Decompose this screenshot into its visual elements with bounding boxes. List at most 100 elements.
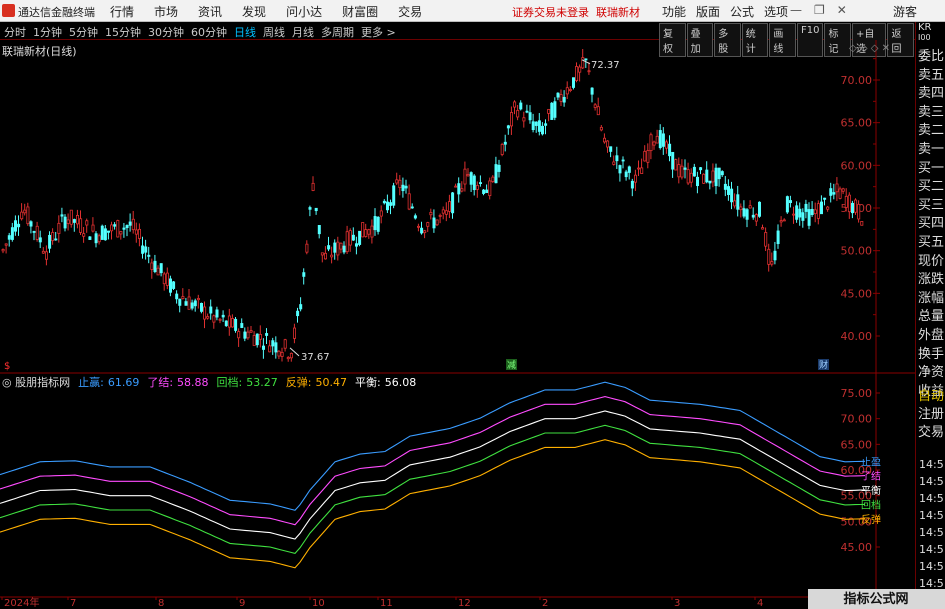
time-tick-label: 12	[458, 598, 471, 609]
candlestick	[630, 178, 634, 197]
pane-controls[interactable]: ◇ ◇ ◇ ✕	[849, 43, 890, 54]
candlestick	[103, 225, 107, 241]
candlestick	[488, 177, 492, 200]
candlestick	[761, 224, 765, 230]
candlestick	[758, 201, 762, 218]
candlestick	[339, 242, 343, 254]
candlestick	[764, 227, 768, 251]
period-tab-10[interactable]: 更多 >	[361, 24, 396, 40]
candlestick	[7, 232, 11, 247]
menu-market[interactable]: 市场	[154, 3, 178, 20]
side-field-12[interactable]: 涨跌	[918, 268, 944, 287]
candlestick	[286, 356, 290, 362]
close-icon[interactable]: ✕	[837, 3, 847, 17]
candlestick	[265, 328, 269, 345]
candlestick	[134, 222, 138, 243]
side-field-3[interactable]: 卖三	[918, 101, 944, 120]
side-field-9[interactable]: 买四	[918, 212, 944, 231]
ind-tick-label: 75.00	[841, 387, 873, 400]
candlestick	[327, 236, 331, 252]
side-tab-1[interactable]: 注册	[918, 403, 944, 422]
side-field-8[interactable]: 买三	[918, 194, 944, 213]
candlestick	[280, 347, 284, 362]
menu-formula[interactable]: 公式	[730, 3, 754, 20]
period-tab-3[interactable]: 15分钟	[105, 24, 141, 40]
side-field-13[interactable]: 涨幅	[918, 287, 944, 306]
legend-rebound: 反弹: 50.47	[285, 376, 347, 389]
legend-pullback: 回档: 53.27	[216, 376, 278, 389]
candlestick	[41, 247, 45, 254]
candlestick	[367, 228, 371, 239]
minimize-icon[interactable]: —	[790, 3, 802, 17]
candlestick	[333, 239, 337, 260]
guest-user[interactable]: 游客	[893, 3, 917, 20]
side-field-0[interactable]: 委比	[918, 45, 944, 64]
login-status[interactable]: 证券交易未登录 联瑞新材	[512, 4, 640, 20]
side-tab-0[interactable]: 自动	[918, 385, 944, 404]
candlestick	[429, 208, 433, 220]
side-field-7[interactable]: 买二	[918, 175, 944, 194]
candlestick	[113, 222, 117, 230]
candlestick	[798, 202, 802, 226]
candlestick	[652, 140, 656, 150]
period-tab-6[interactable]: 日线	[234, 24, 256, 40]
candlestick	[572, 77, 576, 90]
period-tab-2[interactable]: 5分钟	[69, 24, 98, 40]
candlestick	[79, 210, 83, 235]
candlestick	[475, 181, 479, 198]
menu-discover[interactable]: 发现	[242, 3, 266, 20]
candlestick	[29, 220, 33, 234]
candlestick	[209, 299, 213, 320]
period-tab-1[interactable]: 1分钟	[33, 24, 62, 40]
period-tab-4[interactable]: 30分钟	[148, 24, 184, 40]
kline-chart[interactable]: 70.0065.0060.0055.0050.0045.0040.0072.37…	[0, 40, 915, 609]
period-tab-9[interactable]: 多周期	[321, 24, 354, 40]
restore-icon[interactable]: ❐	[814, 3, 825, 17]
menu-wealth[interactable]: 财富圈	[342, 3, 378, 20]
period-tab-8[interactable]: 月线	[292, 24, 314, 40]
menu-ask[interactable]: 问小达	[286, 3, 322, 20]
candlestick	[54, 231, 58, 241]
candlestick	[562, 90, 566, 107]
line-end-label-4: 反弹	[861, 513, 881, 526]
menu-news[interactable]: 资讯	[198, 3, 222, 20]
side-field-11[interactable]: 现价	[918, 250, 944, 269]
candlestick	[277, 350, 281, 360]
side-field-2[interactable]: 卖四	[918, 82, 944, 101]
candlestick	[649, 132, 653, 160]
legend-stop-profit: 止赢: 61.69	[78, 376, 140, 389]
period-tab-5[interactable]: 60分钟	[191, 24, 227, 40]
candlestick	[823, 197, 827, 206]
stock-name-link[interactable]: 联瑞新材	[596, 6, 640, 19]
menu-quotes[interactable]: 行情	[110, 3, 134, 20]
indicator-name[interactable]: ◎ 股朋指标网	[2, 374, 74, 390]
side-field-6[interactable]: 买一	[918, 157, 944, 176]
period-tab-7[interactable]: 周线	[263, 24, 285, 40]
candlestick	[472, 174, 476, 196]
tick-time-4: 14:5	[919, 526, 944, 539]
candlestick	[255, 333, 259, 348]
menu-trade[interactable]: 交易	[398, 3, 422, 20]
candlestick	[832, 183, 836, 200]
side-field-1[interactable]: 卖五	[918, 64, 944, 83]
side-field-17[interactable]: 净资	[918, 361, 944, 380]
menu-options[interactable]: 选项	[764, 3, 788, 20]
menu-function[interactable]: 功能	[662, 3, 686, 20]
side-field-5[interactable]: 卖一	[918, 138, 944, 157]
side-field-14[interactable]: 总量	[918, 305, 944, 324]
candlestick	[646, 143, 650, 169]
candlestick	[519, 100, 523, 111]
period-tab-0[interactable]: 分时	[4, 24, 26, 40]
finance-marker: 财	[819, 359, 828, 371]
menu-layout[interactable]: 版面	[696, 3, 720, 20]
candlestick	[851, 200, 855, 219]
stock-code: KR I00	[918, 22, 932, 43]
candlestick	[227, 308, 231, 336]
side-field-16[interactable]: 换手	[918, 343, 944, 362]
candlestick	[234, 316, 238, 333]
side-tab-2[interactable]: 交易	[918, 421, 944, 440]
side-field-4[interactable]: 卖二	[918, 119, 944, 138]
side-field-15[interactable]: 外盘	[918, 324, 944, 343]
line-end-label-2: 平衡	[861, 485, 881, 497]
side-field-10[interactable]: 买五	[918, 231, 944, 250]
